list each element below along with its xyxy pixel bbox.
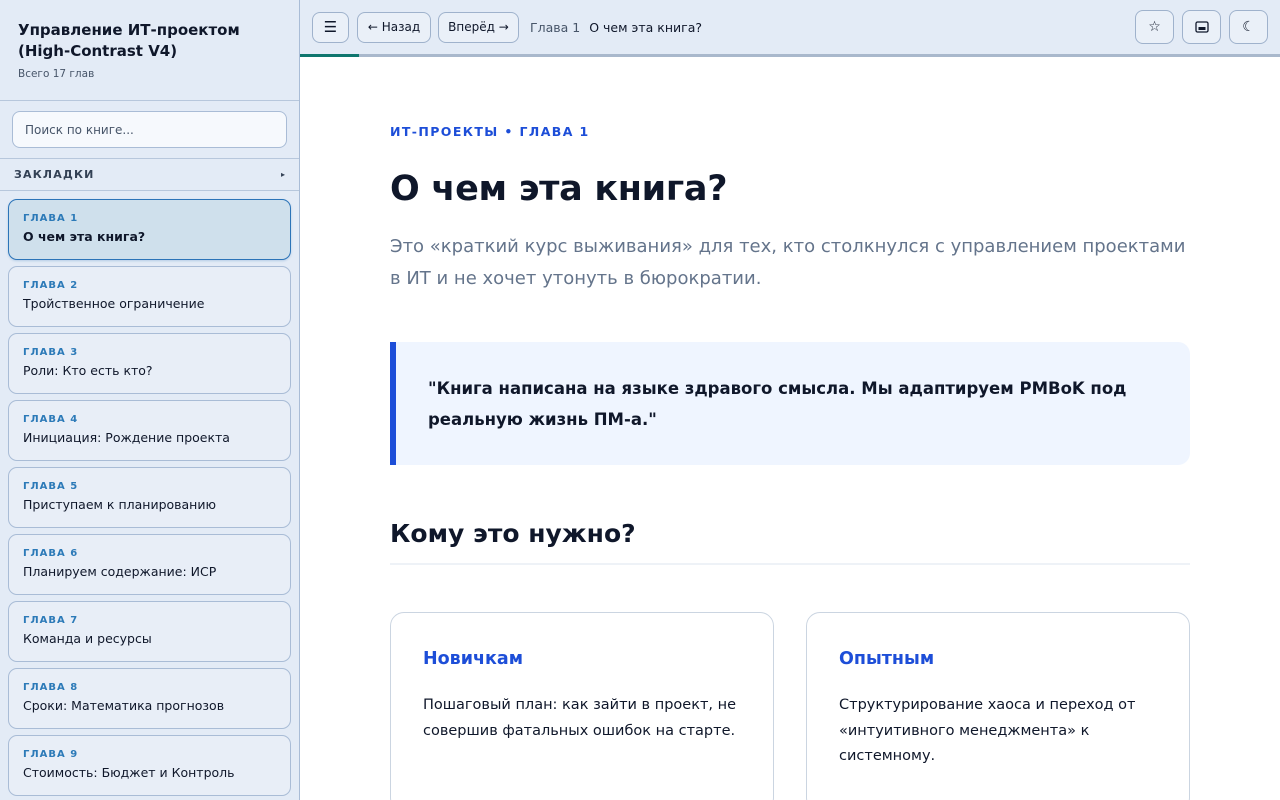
chapter-item-9[interactable]: ГЛАВА 9 Стоимость: Бюджет и Контроль	[8, 735, 291, 796]
chapter-number: ГЛАВА 2	[23, 280, 79, 291]
card-text: Пошаговый план: как зайти в проект, не с…	[423, 697, 737, 739]
chapter-number: ГЛАВА 1	[23, 213, 79, 224]
view-mode-button[interactable]	[1182, 10, 1221, 44]
bookmark-button[interactable]: ☆	[1135, 10, 1174, 44]
search-input[interactable]	[12, 111, 287, 148]
bookmarks-label: ЗАКЛАДКИ	[14, 168, 95, 181]
audience-cards: Новичкам Пошаговый план: как зайти в про…	[390, 612, 1190, 800]
chapter-title: Роли: Кто есть кто?	[23, 363, 153, 378]
chapter-number: ГЛАВА 3	[23, 347, 79, 358]
chapter-item-6[interactable]: ГЛАВА 6 Планируем содержание: ИСР	[8, 534, 291, 595]
card-title: Новичкам	[423, 649, 524, 669]
chapter-content: ИТ-ПРОЕКТЫ • ГЛАВА 1 О чем эта книга? Эт…	[390, 57, 1190, 800]
audience-card-beginners: Новичкам Пошаговый план: как зайти в про…	[390, 612, 774, 800]
chapter-number: ГЛАВА 9	[23, 749, 79, 760]
card-text: Структурирование хаоса и переход от «инт…	[839, 697, 1136, 764]
chapter-title: Инициация: Рождение проекта	[23, 430, 230, 445]
chapter-number: ГЛАВА 6	[23, 548, 79, 559]
bookmarks-toggle[interactable]: ЗАКЛАДКИ ▸	[0, 159, 299, 191]
chapter-title: Стоимость: Бюджет и Контроль	[23, 765, 235, 780]
book-title: Управление ИТ-проектом (High-Contrast V4…	[18, 21, 240, 60]
chapter-title: Приступаем к планированию	[23, 497, 217, 512]
chapter-item-3[interactable]: ГЛАВА 3 Роли: Кто есть кто?	[8, 333, 291, 394]
topbar: ☰ ← Назад Вперёд → Глава 1 О чем эта кни…	[300, 0, 1280, 54]
topbar-actions: ☆ ☾	[1127, 10, 1268, 44]
menu-button[interactable]: ☰	[312, 11, 349, 43]
image-icon	[1194, 21, 1209, 33]
sidebar: Управление ИТ-проектом (High-Contrast V4…	[0, 0, 300, 800]
chapter-title: Сроки: Математика прогнозов	[23, 698, 225, 713]
chapter-list: ГЛАВА 1 О чем эта книга? ГЛАВА 2 Тройств…	[0, 191, 299, 796]
chapter-number: ГЛАВА 7	[23, 615, 79, 626]
chevron-right-icon: ▸	[280, 170, 285, 179]
breadcrumb-chapter: Глава 1	[530, 19, 581, 35]
lead-paragraph: Это «краткий курс выживания» для тех, кт…	[390, 236, 1186, 289]
theme-toggle-button[interactable]: ☾	[1229, 10, 1268, 44]
chapter-title: Команда и ресурсы	[23, 631, 152, 646]
sidebar-header: Управление ИТ-проектом (High-Contrast V4…	[0, 0, 299, 101]
quote-block: "Книга написана на языке здравого смысла…	[390, 342, 1190, 465]
chapter-item-1[interactable]: ГЛАВА 1 О чем эта книга?	[8, 199, 291, 260]
chapter-number: ГЛАВА 8	[23, 682, 79, 693]
chapter-item-2[interactable]: ГЛАВА 2 Тройственное ограничение	[8, 266, 291, 327]
section-heading: Кому это нужно?	[390, 519, 1190, 565]
hamburger-icon: ☰	[323, 18, 338, 36]
back-button[interactable]: ← Назад	[357, 11, 431, 43]
chapter-item-7[interactable]: ГЛАВА 7 Команда и ресурсы	[8, 601, 291, 662]
chapter-item-5[interactable]: ГЛАВА 5 Приступаем к планированию	[8, 467, 291, 528]
chapter-kicker: ИТ-ПРОЕКТЫ • ГЛАВА 1	[390, 124, 590, 139]
audience-card-experienced: Опытным Структурирование хаоса и переход…	[806, 612, 1190, 800]
chapter-number: ГЛАВА 5	[23, 481, 79, 492]
chapter-title: Планируем содержание: ИСР	[23, 564, 217, 579]
page-title: О чем эта книга?	[390, 169, 728, 209]
moon-icon: ☾	[1242, 19, 1255, 35]
chapter-item-4[interactable]: ГЛАВА 4 Инициация: Рождение проекта	[8, 400, 291, 461]
chapter-title: О чем эта книга?	[23, 229, 146, 244]
breadcrumb-title: О чем эта книга?	[589, 19, 703, 35]
forward-button[interactable]: Вперёд →	[438, 11, 519, 43]
card-title: Опытным	[839, 649, 935, 669]
star-icon: ☆	[1148, 19, 1161, 35]
breadcrumb: Глава 1 О чем эта книга?	[530, 20, 702, 35]
chapter-title: Тройственное ограничение	[23, 296, 205, 311]
chapter-number: ГЛАВА 4	[23, 414, 79, 425]
reading-progress-fill	[300, 54, 359, 57]
chapter-count: Всего 17 глав	[18, 68, 95, 80]
search-container	[0, 101, 299, 159]
chapter-item-8[interactable]: ГЛАВА 8 Сроки: Математика прогнозов	[8, 668, 291, 729]
